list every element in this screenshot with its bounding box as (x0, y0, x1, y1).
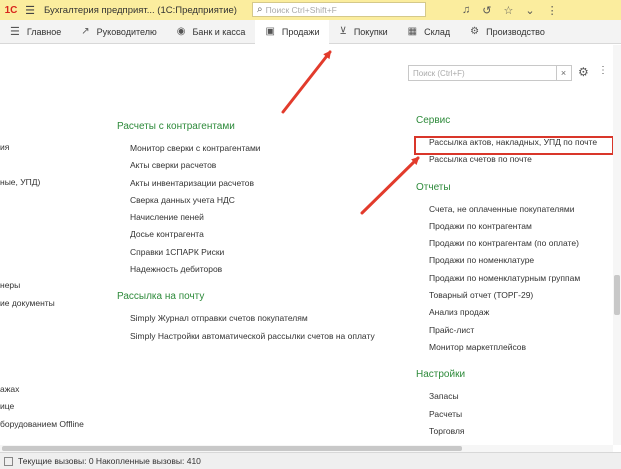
window-title: Бухгалтерия предприят... (1С:Предприятие… (44, 4, 237, 16)
link-sales-by-counterparty-payment[interactable]: Продажи по контрагентам (по оплате) (416, 235, 597, 252)
link-unpaid-invoices[interactable]: Счета, не оплаченные покупателями (416, 201, 597, 218)
link-trade[interactable]: Торговля (416, 423, 597, 440)
trend-icon: ↗ (81, 26, 90, 37)
star-icon[interactable]: ☆ (503, 4, 513, 17)
link-price-list[interactable]: Прайс-лист (416, 322, 597, 339)
hamburger-icon: ☰ (10, 26, 20, 38)
sales-panel: Поиск (Ctrl+F) × ⚙ ⋮ ия ные, УПД) неры и… (0, 45, 613, 445)
app-logo: 1С (4, 4, 18, 16)
section-heading-reports: Отчеты (416, 181, 451, 193)
tab-label: Продажи (281, 26, 320, 37)
horizontal-scroll-thumb[interactable] (2, 446, 462, 451)
status-text: Текущие вызовы: 0 Накопленные вызовы: 41… (18, 456, 201, 466)
list-item[interactable] (0, 225, 84, 242)
global-search-input[interactable]: ⌕ Поиск Ctrl+Shift+F (252, 2, 426, 17)
chevron-down-icon[interactable]: ⌄ (525, 4, 534, 17)
link-penalties[interactable]: Начисление пеней (117, 209, 375, 226)
section-tabs: ☰ Главное ↗ Руководителю ◉ Банк и касса … (0, 19, 621, 44)
link-marketplace-monitor[interactable]: Монитор маркетплейсов (416, 339, 597, 356)
highlight-box (414, 136, 613, 155)
tab-label: Покупки (353, 26, 388, 37)
tab-label: Главное (26, 26, 62, 37)
left-partial-column: ия ные, УПД) неры ие документы ажах ице … (0, 139, 84, 433)
link-sales-by-item[interactable]: Продажи по номенклатуре (416, 252, 597, 269)
right-column: Сервис Рассылка актов, накладных, УПД по… (416, 115, 597, 440)
link-debtor-reliability[interactable]: Надежность дебиторов (117, 261, 375, 278)
history-icon[interactable]: ↺ (482, 4, 491, 17)
tab-purchases[interactable]: ⊻ Покупки (329, 20, 397, 44)
link-settlements[interactable]: Расчеты (416, 406, 597, 423)
warehouse-icon: ▦ (407, 26, 418, 37)
link-reconciliation-monitor[interactable]: Монитор сверки с контрагентами (117, 140, 375, 157)
list-item[interactable]: борудованием Offline (0, 416, 84, 433)
link-auto-mail-settings[interactable]: Simply Настройки автоматической рассылки… (117, 328, 375, 345)
section-heading-mailing: Рассылка на почту (117, 291, 205, 303)
list-item[interactable]: ажах (0, 381, 84, 398)
list-item[interactable] (0, 243, 84, 260)
list-item[interactable]: ие документы (0, 295, 84, 312)
vertical-scrollbar[interactable] (613, 45, 621, 445)
list-item[interactable]: ия (0, 139, 84, 156)
list-item[interactable] (0, 347, 84, 364)
search-icon: ⌕ (257, 4, 263, 15)
more-icon[interactable]: ⋮ (598, 65, 608, 76)
section-heading-settlements: Расчеты с контрагентами (117, 121, 235, 132)
link-reconciliation-acts[interactable]: Акты сверки расчетов (117, 157, 375, 174)
link-torg29[interactable]: Товарный отчет (ТОРГ-29) (416, 287, 597, 304)
tab-bank[interactable]: ◉ Банк и касса (167, 20, 256, 44)
middle-column: Расчеты с контрагентами Монитор сверки с… (117, 121, 375, 345)
tab-label: Склад (424, 26, 451, 37)
tab-label: Банк и касса (192, 26, 246, 37)
link-invoice-mail-log[interactable]: Simply Журнал отправки счетов покупателя… (117, 310, 375, 327)
list-item[interactable]: ице (0, 398, 84, 415)
tab-warehouse[interactable]: ▦ Склад (398, 20, 461, 44)
list-item[interactable] (0, 208, 84, 225)
list-item[interactable] (0, 364, 84, 381)
gear-icon[interactable]: ⚙ (578, 65, 589, 79)
list-item[interactable]: неры (0, 277, 84, 294)
tab-main[interactable]: ☰ Главное (0, 20, 71, 44)
link-counterparty-dossier[interactable]: Досье контрагента (117, 226, 375, 243)
bell-icon[interactable]: ♫ (462, 4, 470, 16)
link-spark-risks[interactable]: Справки 1СПАРК Риски (117, 244, 375, 261)
list-item[interactable] (0, 260, 84, 277)
panel-search-placeholder: Поиск (Ctrl+F) (413, 68, 465, 78)
link-sales-analysis[interactable]: Анализ продаж (416, 304, 597, 321)
link-sales-by-item-group[interactable]: Продажи по номенклатурным группам (416, 270, 597, 287)
link-sales-by-counterparty[interactable]: Продажи по контрагентам (416, 218, 597, 235)
status-bar: Текущие вызовы: 0 Накопленные вызовы: 41… (0, 452, 621, 469)
title-bar: 1С ☰ Бухгалтерия предприят... (1С:Предпр… (0, 0, 621, 20)
clear-search-button[interactable]: × (556, 66, 570, 80)
tab-sales[interactable]: ▣ Продажи (255, 19, 330, 44)
factory-icon: ⚙ (470, 26, 480, 37)
list-item[interactable] (0, 329, 84, 346)
section-heading-settings: Настройки (416, 369, 466, 381)
titlebar-tools: ♫ ↺ ☆ ⌄ ⋮ (462, 0, 558, 20)
tab-manager[interactable]: ↗ Руководителю (71, 20, 166, 44)
link-inventory[interactable]: Запасы (416, 388, 597, 405)
list-item[interactable] (0, 312, 84, 329)
list-item[interactable] (0, 191, 84, 208)
list-item[interactable] (0, 156, 84, 173)
panel-search-input[interactable]: Поиск (Ctrl+F) (408, 65, 572, 81)
bag-icon: ▣ (265, 26, 275, 37)
global-search-placeholder: Поиск Ctrl+Shift+F (265, 4, 337, 15)
tab-production[interactable]: ⚙ Производство (460, 20, 555, 44)
section-heading-service: Сервис (416, 115, 451, 126)
list-item[interactable]: ные, УПД) (0, 174, 84, 191)
tab-label: Руководителю (96, 26, 157, 37)
cart-icon: ⊻ (339, 26, 347, 37)
vertical-scroll-thumb[interactable] (614, 275, 620, 315)
link-inventory-acts[interactable]: Акты инвентаризации расчетов (117, 175, 375, 192)
tab-label: Производство (486, 26, 545, 37)
more-icon[interactable]: ⋮ (547, 4, 558, 17)
main-menu-icon[interactable]: ☰ (22, 0, 38, 20)
link-vat-reconciliation[interactable]: Сверка данных учета НДС (117, 192, 375, 209)
status-window-icon (4, 456, 13, 466)
coins-icon: ◉ (176, 26, 186, 37)
